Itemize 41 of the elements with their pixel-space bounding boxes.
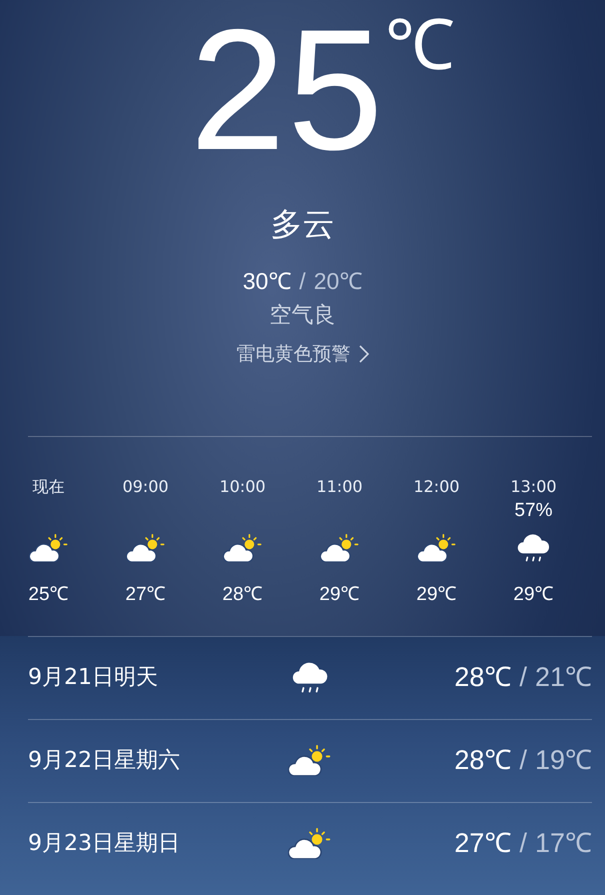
low-temperature: 20℃	[314, 267, 362, 296]
hour-label: 现在	[32, 476, 64, 497]
separator: /	[519, 744, 527, 778]
weather-condition: 多云	[270, 204, 336, 245]
low-temperature: 17℃	[534, 827, 592, 860]
high-temperature: 30℃	[242, 267, 292, 296]
separator: /	[519, 661, 527, 694]
hour-temperature: 28℃	[222, 583, 263, 607]
hour-temperature: 29℃	[319, 583, 360, 607]
hour-label: 13:00	[510, 476, 557, 497]
separator: /	[519, 827, 527, 860]
weather-alert-link[interactable]: 雷电黄色预警	[236, 340, 368, 368]
low-temperature: 21℃	[534, 661, 592, 694]
hour-temperature: 29℃	[513, 583, 554, 607]
partly-cloudy-icon	[28, 534, 68, 562]
partly-cloudy-icon	[126, 534, 166, 562]
temperature-reading: 25	[190, 4, 386, 176]
low-temperature: 19℃	[534, 744, 592, 778]
forecast-date: 9月21日明天	[28, 664, 159, 692]
partly-cloudy-icon	[222, 534, 262, 562]
partly-cloudy-icon	[288, 744, 332, 776]
high-temperature: 28℃	[454, 661, 512, 694]
partly-cloudy-icon	[320, 534, 360, 562]
partly-cloudy-icon	[416, 534, 456, 562]
high-temperature: 28℃	[454, 744, 512, 778]
high-temperature: 27℃	[454, 827, 512, 860]
hour-temperature: 29℃	[416, 583, 457, 607]
partly-cloudy-icon	[288, 828, 332, 860]
hour-temperature: 27℃	[125, 583, 166, 607]
precipitation-chance: 57%	[514, 499, 553, 523]
forecast-date: 9月22日星期六	[28, 747, 181, 775]
hour-label: 12:00	[413, 476, 460, 497]
hour-label: 09:00	[122, 476, 169, 497]
air-quality: 空气良	[268, 302, 336, 330]
chevron-right-icon	[358, 344, 368, 363]
forecast-date: 9月23日星期日	[28, 830, 181, 858]
hour-label: 10:00	[219, 476, 266, 497]
separator: /	[299, 267, 306, 296]
temperature-unit: ℃	[385, 10, 456, 86]
hour-temperature: 25℃	[28, 583, 69, 607]
hour-label: 11:00	[316, 476, 363, 497]
